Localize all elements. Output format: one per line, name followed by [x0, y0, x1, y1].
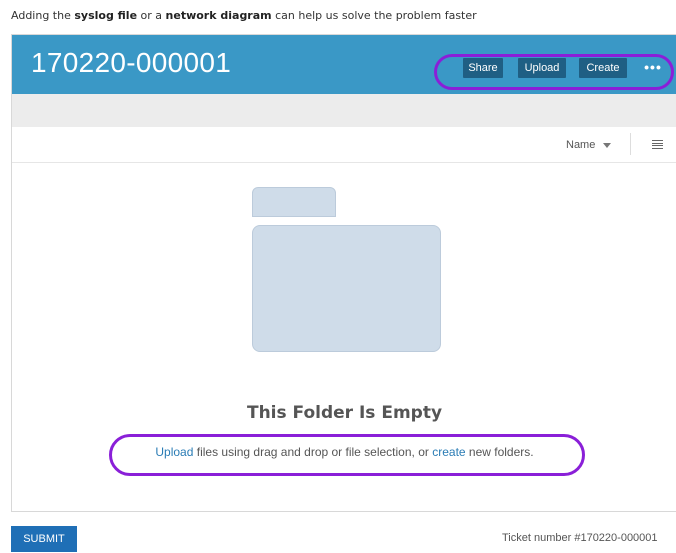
hint-prefix: Adding the	[11, 9, 75, 22]
empty-folder-icon	[252, 187, 336, 217]
list-view-icon[interactable]	[652, 140, 663, 149]
sort-by-name[interactable]: Name	[566, 139, 595, 151]
highlight-ring-toolbar	[434, 54, 674, 90]
submit-button[interactable]: SUBMIT	[11, 526, 77, 552]
ticket-number: Ticket number #170220-000001	[502, 532, 658, 544]
chevron-down-icon[interactable]	[603, 143, 611, 148]
path-bar	[12, 94, 676, 127]
highlight-ring-message	[109, 434, 585, 476]
hint-syslog: syslog file	[74, 9, 138, 22]
panel-header: 170220-000001 Share Upload Create •••	[12, 35, 676, 94]
empty-folder-title: This Folder Is Empty	[246, 403, 443, 423]
upload-hint: Adding the syslog file or a network diag…	[11, 9, 477, 22]
hint-middle: or a	[137, 9, 166, 22]
sort-bar: Name	[12, 127, 676, 163]
hint-network: network diagram	[165, 9, 272, 22]
file-panel: 170220-000001 Share Upload Create ••• Na…	[11, 34, 676, 512]
hint-suffix: can help us solve the problem faster	[271, 9, 477, 22]
empty-folder-body	[252, 225, 441, 352]
ticket-title: 170220-000001	[31, 47, 232, 78]
divider	[630, 133, 631, 155]
